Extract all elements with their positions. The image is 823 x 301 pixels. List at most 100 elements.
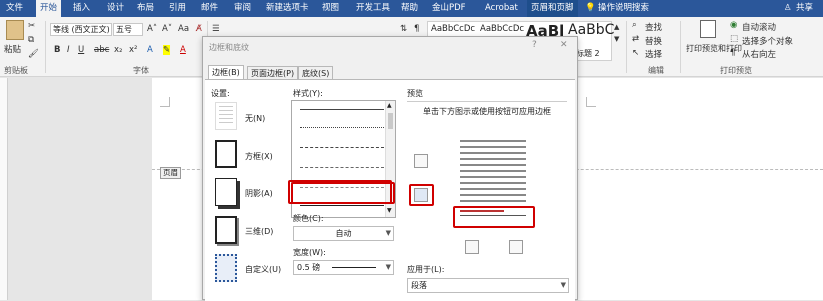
- select-objects-icon[interactable]: ⬚: [730, 34, 738, 44]
- format-painter-icon[interactable]: 🖌: [28, 49, 39, 59]
- tab-shading[interactable]: 底纹(S): [298, 66, 334, 80]
- tab-page-border[interactable]: 页面边框(P): [247, 66, 299, 80]
- highlight-icon[interactable]: ✎: [163, 45, 171, 55]
- tab-borders[interactable]: 边框(B): [208, 65, 244, 80]
- setting-box-icon[interactable]: [215, 140, 237, 168]
- select-button[interactable]: 选择: [645, 48, 662, 60]
- print-preview-group-label: 打印预览: [720, 66, 752, 75]
- setting-none-label[interactable]: 无(N): [245, 113, 265, 124]
- top-border-button[interactable]: [414, 154, 428, 168]
- preview-text-line: [460, 164, 526, 166]
- replace-icon[interactable]: ⇄: [632, 34, 639, 44]
- tab-developer[interactable]: 开发工具: [356, 0, 390, 17]
- help-button[interactable]: ?: [532, 40, 537, 50]
- preview-text-line: [460, 200, 526, 202]
- tab-layout[interactable]: 布局: [137, 0, 154, 17]
- font-name-select[interactable]: 等线 (西文正文): [50, 23, 112, 36]
- find-button[interactable]: 查找: [645, 21, 662, 33]
- tab-wps-pdf[interactable]: 金山PDF: [432, 0, 466, 17]
- tab-acrobat[interactable]: Acrobat: [485, 0, 518, 17]
- bold-icon[interactable]: B: [54, 45, 60, 55]
- share-button[interactable]: 共享: [796, 0, 813, 17]
- style-option-dotted[interactable]: [300, 127, 384, 128]
- preview-text-line: [460, 182, 526, 184]
- dialog-title: 边框和底纹: [209, 43, 249, 52]
- setting-custom-icon[interactable]: [215, 254, 237, 282]
- select-multiple-objects-button[interactable]: 选择多个对象: [742, 35, 793, 47]
- print-preview-icon[interactable]: [700, 20, 716, 38]
- paste-button[interactable]: 粘贴: [4, 43, 21, 55]
- setting-box-label[interactable]: 方框(X): [245, 151, 273, 162]
- left-border-button[interactable]: [465, 240, 479, 254]
- cut-icon[interactable]: ✂: [28, 21, 35, 31]
- bullets-icon[interactable]: ☰: [212, 24, 220, 34]
- clear-format-icon[interactable]: A̸: [196, 24, 202, 34]
- setting-none-icon[interactable]: [215, 102, 237, 130]
- tab-review[interactable]: 审阅: [234, 0, 251, 17]
- shrink-font-icon[interactable]: A˅: [162, 24, 172, 34]
- strikethrough-icon[interactable]: abc: [94, 45, 109, 55]
- sort-icon[interactable]: ⇅: [400, 24, 407, 34]
- tab-home[interactable]: 开始: [36, 0, 62, 17]
- tab-new-tab[interactable]: 新建选项卡: [266, 0, 309, 17]
- font-color-icon[interactable]: A: [180, 45, 186, 55]
- grow-font-icon[interactable]: A˄: [147, 24, 157, 34]
- close-button[interactable]: ✕: [560, 40, 568, 50]
- setting-label: 设置:: [211, 89, 230, 98]
- cursor-icon[interactable]: ↖: [632, 48, 639, 58]
- color-select[interactable]: 自动 ▼: [293, 226, 394, 241]
- gallery-scroll-icon[interactable]: ▼: [614, 35, 619, 43]
- setting-shadow-label[interactable]: 阴影(A): [245, 188, 273, 199]
- right-border-button[interactable]: [509, 240, 523, 254]
- show-marks-icon[interactable]: ¶: [414, 24, 419, 34]
- style-option-selected[interactable]: [300, 205, 384, 206]
- separator: [680, 21, 681, 73]
- separator: [45, 21, 46, 73]
- copy-icon[interactable]: ⧉: [28, 35, 34, 45]
- vertical-ruler: [0, 78, 8, 300]
- text-effects-icon[interactable]: A: [147, 45, 153, 55]
- paste-icon[interactable]: [6, 20, 24, 40]
- style-no-spacing[interactable]: AaBbCcDc: [480, 24, 524, 34]
- width-label: 宽度(W):: [293, 248, 326, 257]
- width-select[interactable]: 0.5 磅 ▼: [293, 260, 394, 275]
- highlight-preview-bottom: [453, 206, 535, 228]
- gallery-scroll-icon[interactable]: ▲: [614, 23, 619, 31]
- superscript-icon[interactable]: x²: [129, 45, 137, 55]
- tab-header-footer[interactable]: 页眉和页脚: [527, 0, 578, 17]
- style-option-dash-dot[interactable]: [300, 167, 384, 168]
- setting-shadow-icon[interactable]: [215, 178, 237, 206]
- scroll-down-icon[interactable]: ▼: [387, 207, 392, 214]
- style-option-solid[interactable]: [300, 109, 384, 110]
- rtl-icon[interactable]: ¶: [730, 48, 735, 58]
- auto-scroll-button[interactable]: 自动滚动: [742, 21, 776, 33]
- tab-insert[interactable]: 插入: [73, 0, 90, 17]
- subscript-icon[interactable]: x₂: [114, 45, 122, 55]
- search-icon[interactable]: ⌕: [632, 20, 637, 30]
- tab-mailings[interactable]: 邮件: [201, 0, 218, 17]
- tab-help[interactable]: 帮助: [401, 0, 418, 17]
- tab-references[interactable]: 引用: [169, 0, 186, 17]
- color-value: 自动: [335, 229, 352, 238]
- scroll-thumb[interactable]: [388, 113, 393, 129]
- apply-to-label: 应用于(L):: [407, 265, 445, 274]
- tab-design[interactable]: 设计: [107, 0, 124, 17]
- tab-view[interactable]: 视图: [322, 0, 339, 17]
- underline-icon[interactable]: U: [78, 45, 84, 55]
- change-case-icon[interactable]: Aa: [178, 24, 189, 34]
- style-normal[interactable]: AaBbCcDc: [431, 24, 475, 34]
- tab-file[interactable]: 文件: [6, 0, 23, 17]
- scroll-up-icon[interactable]: ▲: [387, 102, 392, 109]
- width-value: 0.5 磅: [297, 263, 321, 272]
- auto-scroll-icon[interactable]: ◉: [730, 20, 737, 30]
- setting-custom-label[interactable]: 自定义(U): [245, 264, 281, 275]
- font-size-select[interactable]: 五号: [113, 23, 143, 36]
- tell-me-search[interactable]: 操作说明搜索: [598, 0, 649, 17]
- style-option-dashed[interactable]: [300, 147, 384, 148]
- replace-button[interactable]: 替换: [645, 35, 662, 47]
- italic-icon[interactable]: I: [67, 45, 70, 55]
- apply-to-select[interactable]: 段落 ▼: [407, 278, 569, 293]
- setting-3d-icon[interactable]: [215, 216, 237, 244]
- setting-3d-label[interactable]: 三维(D): [245, 226, 273, 237]
- right-to-left-button[interactable]: 从右向左: [742, 48, 776, 60]
